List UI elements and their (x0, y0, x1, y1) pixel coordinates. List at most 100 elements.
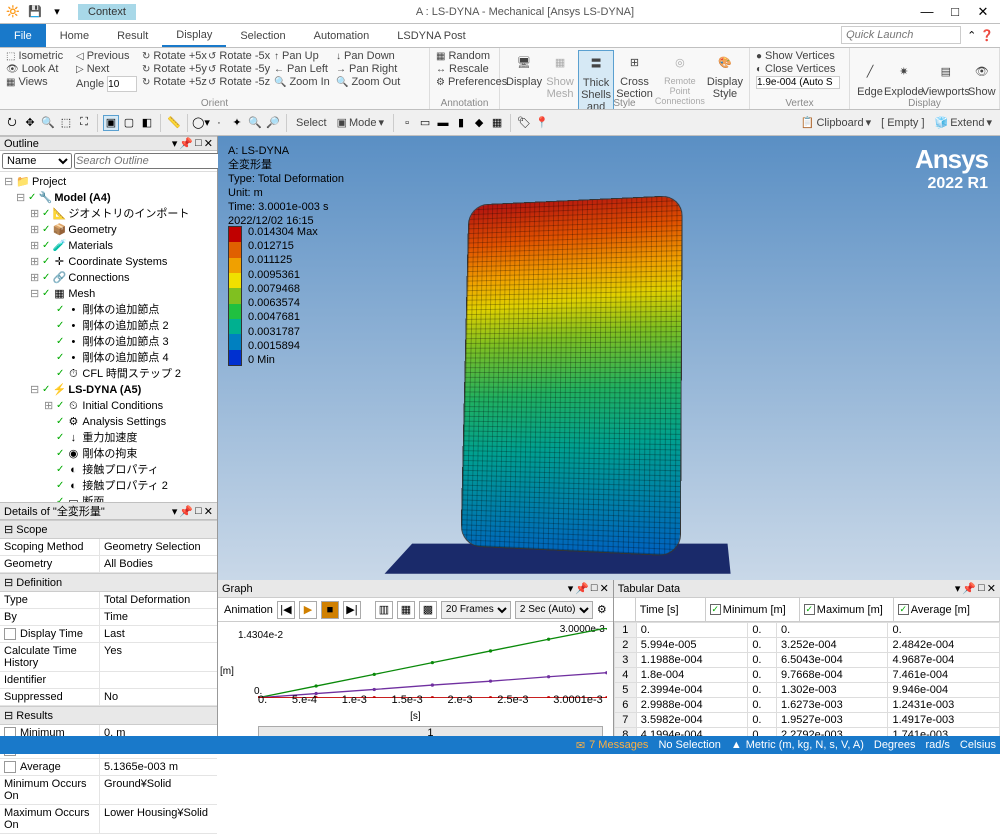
anim-mode1-icon[interactable]: ▥ (375, 601, 393, 619)
pan-down[interactable]: ↓ Pan Down (336, 50, 396, 62)
outline-dropdown-icon[interactable]: ▾ (172, 137, 178, 150)
td-dropdown-icon[interactable]: ▾ (955, 582, 961, 595)
col-max[interactable]: ✓Maximum [m] (800, 598, 894, 621)
frames-select[interactable]: 20 Frames (441, 601, 511, 619)
details-row[interactable]: Scoping MethodGeometry Selection (0, 539, 217, 556)
help-icon[interactable]: ❓ (980, 29, 994, 42)
show-vertices[interactable]: ● Show Vertices (756, 50, 843, 62)
tool-boxzoom-icon[interactable]: ⬚ (58, 115, 74, 131)
rotate-plus-5x[interactable]: ↻ Rotate +5x (142, 50, 202, 62)
mode-menu[interactable]: ▣ Mode▾ (333, 114, 388, 131)
menu-automation[interactable]: Automation (300, 24, 384, 47)
empty-selection[interactable]: [ Empty ] (877, 115, 928, 131)
tree-item[interactable]: ⊞✓📐ジオメトリのインポート (2, 206, 215, 222)
tree-item[interactable]: ⊟✓🔧Model (A4) (2, 190, 215, 206)
tree-item[interactable]: ✓◐接触プロパティ 2 (2, 478, 215, 494)
tool-zoomfit-icon[interactable]: 🔍 (247, 115, 263, 131)
table-row[interactable]: 41.8e-0040.9.7668e-0047.461e-004 (614, 668, 999, 683)
preferences-button[interactable]: ⚙ Preferences (436, 76, 493, 88)
zoom-in[interactable]: 🔍 Zoom In (274, 76, 330, 88)
table-row[interactable]: 31.1988e-0040.6.5043e-0044.9687e-004 (614, 653, 999, 668)
rotate-plus-5y[interactable]: ↻ Rotate +5y (142, 63, 202, 75)
status-rads[interactable]: rad/s (925, 739, 949, 751)
graph-chart[interactable]: 3.0000e-3 [m] 1.4304e-2 0. 0.5.e-41.e-31… (218, 622, 613, 742)
outline-filter-select[interactable]: Name (2, 153, 72, 169)
status-celsius[interactable]: Celsius (960, 739, 996, 751)
tree-item[interactable]: ⊞✓✛Coordinate Systems (2, 254, 215, 270)
close-vertices[interactable]: ◐ Close Vertices (756, 63, 843, 75)
tree-item[interactable]: ✓▭断面 (2, 494, 215, 502)
details-row[interactable]: SuppressedNo (0, 689, 217, 706)
tree-item[interactable]: ⊟✓⚡LS-DYNA (A5) (2, 382, 215, 398)
details-row[interactable]: Minimum Occurs OnGround¥Solid (0, 776, 217, 805)
col-time[interactable]: Time [s] (636, 598, 706, 621)
outline-pin-icon[interactable]: 📌 (179, 137, 193, 150)
zoom-out[interactable]: 🔍 Zoom Out (336, 76, 396, 88)
tool-lasso-icon[interactable]: ◯▾ (193, 115, 209, 131)
isometric-button[interactable]: ⬚ Isometric (6, 50, 70, 62)
collapse-ribbon-icon[interactable]: ⌃ (967, 29, 976, 42)
tree-item[interactable]: ✓⚙Analysis Settings (2, 414, 215, 430)
col-avg[interactable]: ✓Average [m] (894, 598, 1000, 621)
menu-result[interactable]: Result (103, 24, 162, 47)
speed-select[interactable]: 2 Sec (Auto) (515, 601, 593, 619)
tool-orbit-icon[interactable]: ⭮ (4, 115, 20, 131)
tool-zoomall-icon[interactable]: 🔎 (265, 115, 281, 131)
anim-opts-icon[interactable]: ⚙ (597, 603, 607, 616)
outline-search-input[interactable] (74, 153, 221, 169)
menu-selection[interactable]: Selection (226, 24, 299, 47)
tool-face-icon[interactable]: ◧ (139, 115, 155, 131)
td-pin-icon[interactable]: 📌 (962, 582, 976, 595)
tool-ruler-icon[interactable]: 📏 (166, 115, 182, 131)
details-row[interactable]: GeometryAll Bodies (0, 556, 217, 573)
details-pin-icon[interactable]: 📌 (179, 505, 193, 518)
details-grid[interactable]: ⊟ ScopeScoping MethodGeometry SelectionG… (0, 520, 217, 834)
table-row[interactable]: 62.9988e-0040.1.6273e-0031.2431e-003 (614, 698, 999, 713)
details-row[interactable]: TypeTotal Deformation (0, 592, 217, 609)
details-x-icon[interactable]: ✕ (204, 505, 213, 518)
details-row[interactable]: ByTime (0, 609, 217, 626)
anim-last-button[interactable]: ▶| (343, 601, 361, 619)
show-mesh[interactable]: ▦Show Mesh (544, 50, 576, 100)
sel-vertex-icon[interactable]: ▫ (399, 115, 415, 131)
display-menu[interactable]: 🖥Display (506, 50, 542, 88)
anim-mode2-icon[interactable]: ▦ (397, 601, 415, 619)
tree-item[interactable]: ⊟📁Project (2, 174, 215, 190)
menu-lsdyna-post[interactable]: LSDYNA Post (383, 24, 479, 47)
sel-elem-icon[interactable]: ▦ (489, 115, 505, 131)
rotate-plus-5z[interactable]: ↻ Rotate +5z (142, 76, 202, 88)
vertex-tolerance[interactable] (756, 76, 843, 89)
anim-stop-button[interactable]: ■ (321, 601, 339, 619)
details-dropdown-icon[interactable]: ▾ (172, 505, 178, 518)
status-messages[interactable]: ✉ 7 Messages (576, 739, 649, 752)
rescale-button[interactable]: ↔ Rescale (436, 63, 493, 75)
views-button[interactable]: ▦ Views (6, 76, 70, 88)
details-row[interactable]: Calculate Time HistoryYes (0, 643, 217, 672)
tree-item[interactable]: ⊞✓⏲Initial Conditions (2, 398, 215, 414)
tool-star-icon[interactable]: ✦ (229, 115, 245, 131)
details-row[interactable]: Display TimeLast (0, 626, 217, 643)
save-icon[interactable]: 💾 (26, 3, 44, 21)
previous-button[interactable]: ◁ Previous (76, 50, 136, 62)
tool-point-icon[interactable]: · (211, 115, 227, 131)
tree-item[interactable]: ✓⏱CFL 時間ステップ 2 (2, 366, 215, 382)
select-menu[interactable]: Select (292, 115, 331, 131)
pan-right[interactable]: → Pan Right (336, 63, 396, 75)
tree-item[interactable]: ⊞✓📦Geometry (2, 222, 215, 238)
tree-item[interactable]: ✓•剛体の追加節点 3 (2, 334, 215, 350)
tool-fit-icon[interactable]: ⛶ (76, 115, 92, 131)
context-tab[interactable]: Context (78, 4, 136, 20)
anim-play-button[interactable]: ▶ (299, 601, 317, 619)
tabular-data-body[interactable]: 10.0.0.0.25.994e-0050.3.252e-0042.4842e-… (614, 622, 1000, 742)
table-row[interactable]: 52.3994e-0040.1.302e-0039.946e-004 (614, 683, 999, 698)
tree-item[interactable]: ✓•剛体の追加節点 (2, 302, 215, 318)
td-close-icon[interactable]: ✕ (987, 582, 996, 595)
tree-item[interactable]: ✓◐接触プロパティ (2, 462, 215, 478)
tool-zoom-icon[interactable]: 🔍 (40, 115, 56, 131)
sel-body-icon[interactable]: ▮ (453, 115, 469, 131)
3d-viewport[interactable]: A: LS-DYNA全変形量Type: Total DeformationUni… (218, 136, 1000, 580)
table-row[interactable]: 25.994e-0050.3.252e-0042.4842e-004 (614, 638, 999, 653)
next-button[interactable]: ▷ Next (76, 63, 136, 75)
details-row[interactable]: Average5.1365e-003 m (0, 759, 217, 776)
table-row[interactable]: 10.0.0.0. (614, 623, 999, 638)
